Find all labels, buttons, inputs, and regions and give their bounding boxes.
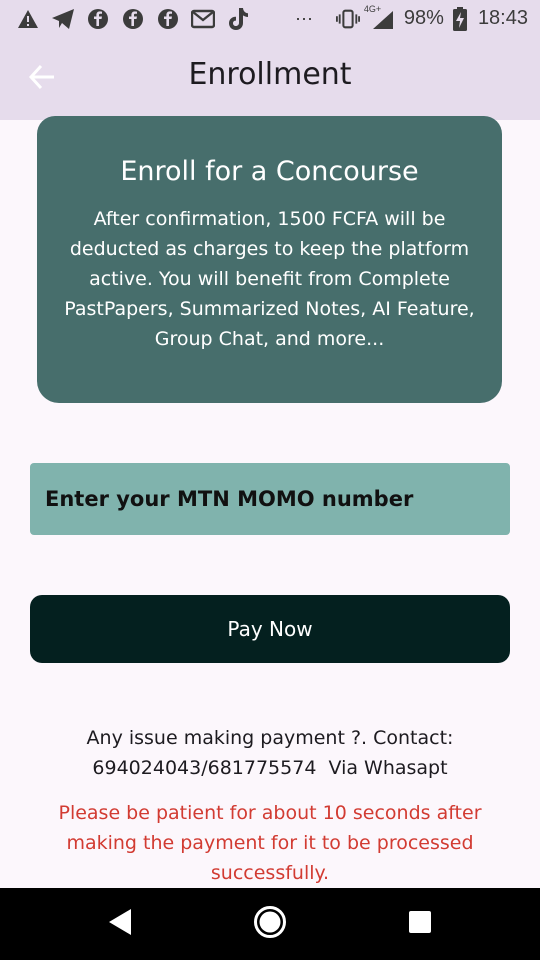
nav-back-button[interactable] xyxy=(80,888,160,960)
vibrate-icon xyxy=(335,7,360,31)
network-type-label: 4G+ xyxy=(363,3,382,14)
pay-now-button[interactable]: Pay Now xyxy=(30,595,510,663)
signal-icon: 4G+ xyxy=(364,4,396,31)
status-bar: ⋯ 4G+ 98% 18:43 xyxy=(0,0,540,37)
card-title: Enroll for a Concourse xyxy=(120,156,419,187)
page-title: Enrollment xyxy=(188,57,352,92)
processing-notice: Please be patient for about 10 seconds a… xyxy=(58,802,482,884)
nav-home-button[interactable] xyxy=(230,888,310,960)
telegram-icon xyxy=(51,7,75,31)
facebook-icon xyxy=(121,7,145,31)
card-description: After confirmation, 1500 FCFA will be de… xyxy=(64,208,475,350)
system-indicators: 4G+ 98% 18:43 xyxy=(335,4,528,31)
contact-info: Any issue making payment ?. Contact: 694… xyxy=(20,723,520,783)
system-navigation-bar xyxy=(0,888,540,960)
contact-line-2: 694024043/681775574 Via Whasapt xyxy=(92,757,448,779)
app-bar: Enrollment xyxy=(0,37,540,120)
facebook-icon xyxy=(86,7,110,31)
nav-recents-button[interactable] xyxy=(380,888,460,960)
contact-line-1: Any issue making payment ?. Contact: xyxy=(86,727,454,749)
clock: 18:43 xyxy=(477,7,528,29)
battery-charging-icon xyxy=(452,6,468,31)
overflow-notifications: ⋯ xyxy=(295,8,314,29)
square-recents-icon xyxy=(408,910,432,938)
battery-percent: 98% xyxy=(403,7,444,29)
momo-number-input[interactable] xyxy=(30,463,510,535)
notification-icons: ⋯ xyxy=(16,7,314,31)
facebook-icon xyxy=(156,7,180,31)
email-icon xyxy=(191,7,215,31)
tiktok-icon xyxy=(226,7,250,31)
warning-icon xyxy=(16,7,40,31)
triangle-back-icon xyxy=(107,908,133,940)
circle-home-icon xyxy=(253,905,287,943)
enrollment-info-card: Enroll for a Concourse After confirmatio… xyxy=(37,116,502,403)
